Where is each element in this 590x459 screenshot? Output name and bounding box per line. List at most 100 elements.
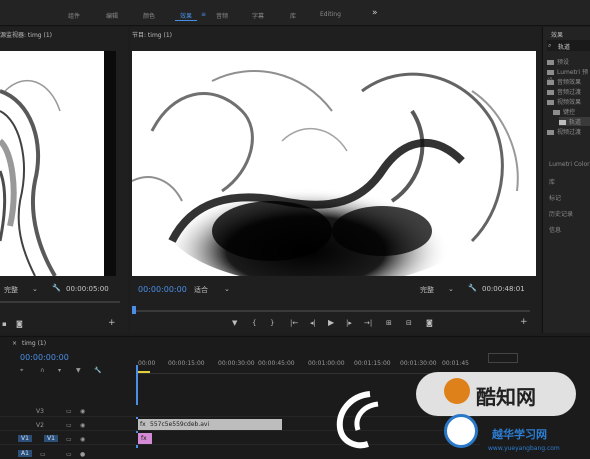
ink-smoke-image: [132, 70, 519, 276]
ruler-label: 00:01:30:00: [400, 360, 437, 367]
tab-color[interactable]: 颜色: [143, 11, 155, 20]
add-marker-icon[interactable]: ▼: [232, 319, 237, 327]
panel-info[interactable]: 信息: [549, 225, 561, 234]
effects-item-audio-effects[interactable]: 音频效果: [547, 77, 581, 86]
tab-editing[interactable]: 编辑: [106, 11, 118, 20]
tab-assembly[interactable]: 组件: [68, 11, 80, 20]
video-clip[interactable]: fx 557c5e559cdeb.avi: [138, 419, 282, 430]
tab-libraries[interactable]: 库: [290, 11, 296, 20]
program-fit-chevron-icon[interactable]: ⌄: [224, 285, 230, 293]
menu-lines-icon[interactable]: ≡: [201, 11, 206, 18]
program-current-timecode[interactable]: 00:00:00:00: [138, 285, 187, 294]
active-tab-underline: [175, 20, 197, 21]
timeline-wrench-icon[interactable]: 🔧: [94, 367, 101, 374]
track-sync-icon[interactable]: ▭: [66, 408, 72, 415]
extract-icon[interactable]: ⊟: [406, 319, 412, 327]
track-eye-icon[interactable]: ◉: [80, 408, 85, 415]
go-to-out-icon[interactable]: →|: [364, 319, 372, 327]
program-fit-dropdown[interactable]: 适合: [194, 285, 208, 295]
effects-item-keying[interactable]: 键控: [553, 107, 575, 116]
add-marker-timeline-icon[interactable]: ▾: [58, 367, 61, 374]
panel-markers[interactable]: 标记: [549, 193, 561, 202]
export-frame-camera-icon[interactable]: ◙: [426, 319, 433, 327]
lift-icon[interactable]: ⊞: [386, 319, 392, 327]
tab-editing-en[interactable]: Editing: [320, 11, 341, 18]
effects-panel-title[interactable]: 效果: [551, 30, 563, 39]
effect-icon: [559, 120, 566, 125]
effects-item-video-effects[interactable]: 视频效果: [547, 97, 581, 106]
source-monitor-title[interactable]: 源监视器: timg (1): [0, 30, 52, 39]
ruler-label: 00:00:15:00: [168, 360, 205, 367]
video-clip-name: 557c5e559cdeb.avi: [150, 421, 210, 428]
effects-search-box[interactable]: ⌕ 轨道: [547, 40, 590, 51]
timeline-settings-icon[interactable]: ▼: [76, 367, 81, 374]
program-monitor-panel: 节目: timg (1) 00:00:00:00 适合 ⌄ 完整 ⌄ 🔧 00:…: [130, 27, 540, 333]
source-video-frame: [0, 51, 104, 276]
tab-captions[interactable]: 字幕: [252, 11, 264, 20]
folder-icon: [547, 90, 554, 95]
track-v1: V1 V1 ▭ ◉: [0, 433, 480, 445]
track-name: V3: [36, 408, 44, 415]
source-camera-icon[interactable]: ◙: [16, 320, 23, 328]
mark-in-icon[interactable]: {: [252, 319, 256, 327]
linked-selection-icon[interactable]: ∩: [40, 367, 44, 374]
step-forward-icon[interactable]: |▸: [346, 319, 352, 327]
work-area-bar[interactable]: [136, 371, 150, 373]
tab-audio[interactable]: 音频: [216, 11, 228, 20]
source-scrubber[interactable]: [0, 301, 120, 303]
search-icon: ⌕: [548, 42, 552, 49]
step-back-icon[interactable]: ◂|: [310, 319, 316, 327]
source-frame-edge: [104, 51, 116, 276]
track-name-v1[interactable]: V1: [44, 435, 58, 442]
track-sync-icon[interactable]: ▭: [66, 422, 72, 429]
tab-effects[interactable]: 效果: [180, 11, 192, 20]
watermark-url: www.yueyangbang.com: [488, 445, 560, 452]
timeline-tab[interactable]: timg (1): [22, 340, 46, 347]
effects-panel: 效果 ⌕ 轨道 预设 Lumetri 预设 音频效果 音频过渡 视频效果 键控 …: [542, 27, 590, 333]
fx-clip[interactable]: fx: [138, 433, 152, 444]
ruler-label: 00:01:15:00: [354, 360, 391, 367]
effects-item-audio-transitions[interactable]: 音频过渡: [547, 87, 581, 96]
panel-history[interactable]: 历史记录: [549, 209, 573, 218]
source-fit-dropdown[interactable]: 完整: [4, 285, 18, 295]
program-quality-dropdown[interactable]: 完整: [420, 285, 434, 295]
watermark-site-title: 越华学习网: [492, 428, 547, 441]
panel-lumetri-color[interactable]: Lumetri Color: [549, 161, 590, 168]
timeline-ruler[interactable]: 00:00 00:00:15:00 00:00:30:00 00:00:45:0…: [136, 358, 476, 374]
snap-icon[interactable]: ⌖: [20, 367, 23, 375]
play-button-icon[interactable]: ▶: [328, 318, 334, 327]
track-sync-icon[interactable]: ▭: [66, 451, 72, 458]
effects-item-track-matte[interactable]: 轨道: [559, 117, 590, 126]
folder-icon: [547, 80, 554, 85]
program-settings-wrench-icon[interactable]: 🔧: [468, 284, 477, 292]
track-mic-icon[interactable]: ●: [80, 451, 85, 458]
folder-icon: [547, 130, 554, 135]
timeline-close-icon[interactable]: ×: [12, 340, 17, 347]
program-quality-chevron-icon[interactable]: ⌄: [448, 285, 454, 293]
timeline-timecode[interactable]: 00:00:00:00: [20, 353, 69, 362]
source-fit-chevron-icon[interactable]: ⌄: [32, 285, 38, 293]
effects-item-video-transitions[interactable]: 视频过渡: [547, 127, 581, 136]
program-monitor-title[interactable]: 节目: timg (1): [132, 30, 172, 39]
panel-libraries[interactable]: 库: [549, 177, 555, 186]
effects-search-input[interactable]: 轨道: [558, 42, 570, 51]
track-sync-icon[interactable]: ▭: [66, 436, 72, 443]
track-a1: A1 ▭ ▭ ●: [0, 448, 480, 459]
mark-out-icon[interactable]: }: [270, 319, 274, 327]
track-mute-icon[interactable]: ▭: [40, 451, 46, 458]
source-add-button-icon[interactable]: +: [108, 318, 116, 328]
source-settings-wrench-icon[interactable]: 🔧: [52, 284, 61, 292]
track-target-v1[interactable]: V1: [18, 435, 32, 442]
more-workspaces-button[interactable]: »: [372, 8, 378, 18]
track-eye-icon[interactable]: ◉: [80, 436, 85, 443]
track-eye-icon[interactable]: ◉: [80, 422, 85, 429]
go-to-in-icon[interactable]: |←: [290, 319, 298, 327]
effects-item-presets[interactable]: 预设: [547, 57, 569, 66]
program-duration-timecode: 00:00:48:01: [482, 285, 525, 293]
track-name-a1[interactable]: A1: [18, 450, 32, 457]
program-playhead[interactable]: [132, 306, 136, 314]
program-scrubber[interactable]: [134, 310, 530, 312]
source-export-frame-icon[interactable]: ▪: [2, 320, 7, 328]
source-monitor-panel: 源监视器: timg (1) 完整 ⌄ 🔧 00:00:05:00 ▪ ◙ +: [0, 27, 128, 333]
program-add-button-icon[interactable]: +: [520, 317, 528, 327]
